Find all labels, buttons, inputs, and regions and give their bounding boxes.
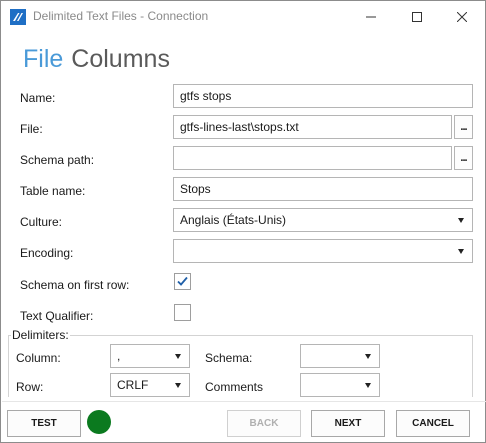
table-name-label: Table name:	[20, 184, 86, 198]
name-input[interactable]: gtfs stops	[173, 84, 473, 108]
name-value: gtfs stops	[180, 89, 232, 103]
schema-delimiter-select[interactable]	[300, 344, 380, 368]
schema-path-label: Schema path:	[20, 153, 95, 167]
close-icon	[457, 11, 467, 22]
encoding-label: Encoding:	[20, 246, 74, 260]
minimize-button[interactable]	[348, 1, 394, 32]
window-title: Delimited Text Files - Connection	[33, 9, 209, 23]
comments-delimiter-label: Comments	[205, 380, 264, 394]
delimiters-title: Delimiters:	[11, 328, 70, 342]
schema-path-input[interactable]	[173, 146, 452, 170]
tab-columns[interactable]: Columns	[71, 45, 170, 73]
text-qualifier-label: Text Qualifier:	[20, 309, 94, 323]
table-name-input[interactable]: Stops	[173, 177, 473, 201]
maximize-button[interactable]	[394, 1, 440, 32]
chevron-down-icon	[175, 354, 181, 359]
chevron-down-icon	[175, 383, 181, 388]
connection-status-indicator	[87, 410, 111, 434]
close-button[interactable]	[439, 1, 485, 32]
schema-delimiter-label: Schema:	[205, 351, 253, 365]
row-delimiter-value: CRLF	[117, 378, 149, 392]
chevron-down-icon	[458, 218, 464, 223]
checkmark-icon	[177, 276, 188, 286]
tab-file[interactable]: File	[23, 45, 63, 73]
footer-divider	[2, 401, 486, 402]
row-delimiter-label: Row:	[16, 380, 44, 394]
name-label: Name:	[20, 91, 56, 105]
file-browse-button[interactable]: ...	[454, 115, 473, 139]
minimize-icon	[366, 16, 376, 17]
culture-label: Culture:	[20, 215, 63, 229]
cancel-button[interactable]: CANCEL	[396, 410, 470, 437]
chevron-down-icon	[458, 249, 464, 254]
culture-select[interactable]: Anglais (États-Unis)	[173, 208, 473, 232]
text-qualifier-checkbox[interactable]	[174, 304, 191, 321]
file-label: File:	[20, 122, 43, 136]
file-input[interactable]: gtfs-lines-last\stops.txt	[173, 115, 452, 139]
file-value: gtfs-lines-last\stops.txt	[180, 120, 299, 134]
schema-first-row-label: Schema on first row:	[20, 278, 130, 292]
title-bar[interactable]: Delimited Text Files - Connection	[1, 1, 485, 32]
culture-value: Anglais (États-Unis)	[180, 213, 287, 227]
schema-path-browse-button[interactable]: ...	[454, 146, 473, 170]
schema-first-row-checkbox[interactable]	[174, 273, 191, 290]
app-icon	[10, 9, 26, 25]
next-button[interactable]: NEXT	[311, 410, 385, 437]
test-button[interactable]: TEST	[7, 410, 81, 437]
encoding-select[interactable]	[173, 239, 473, 263]
connection-dialog: Delimited Text Files - Connection File Co…	[0, 0, 486, 443]
chevron-down-icon	[365, 354, 371, 359]
table-name-value: Stops	[180, 182, 211, 196]
tab-header: File Columns	[23, 44, 170, 74]
row-delimiter-select[interactable]: CRLF	[110, 373, 190, 397]
column-delimiter-label: Column:	[16, 351, 61, 365]
column-delimiter-select[interactable]: ,	[110, 344, 190, 368]
chevron-down-icon	[365, 383, 371, 388]
comments-delimiter-select[interactable]	[300, 373, 380, 397]
column-delimiter-value: ,	[117, 349, 121, 363]
back-button[interactable]: BACK	[227, 410, 301, 437]
maximize-icon	[412, 11, 422, 22]
